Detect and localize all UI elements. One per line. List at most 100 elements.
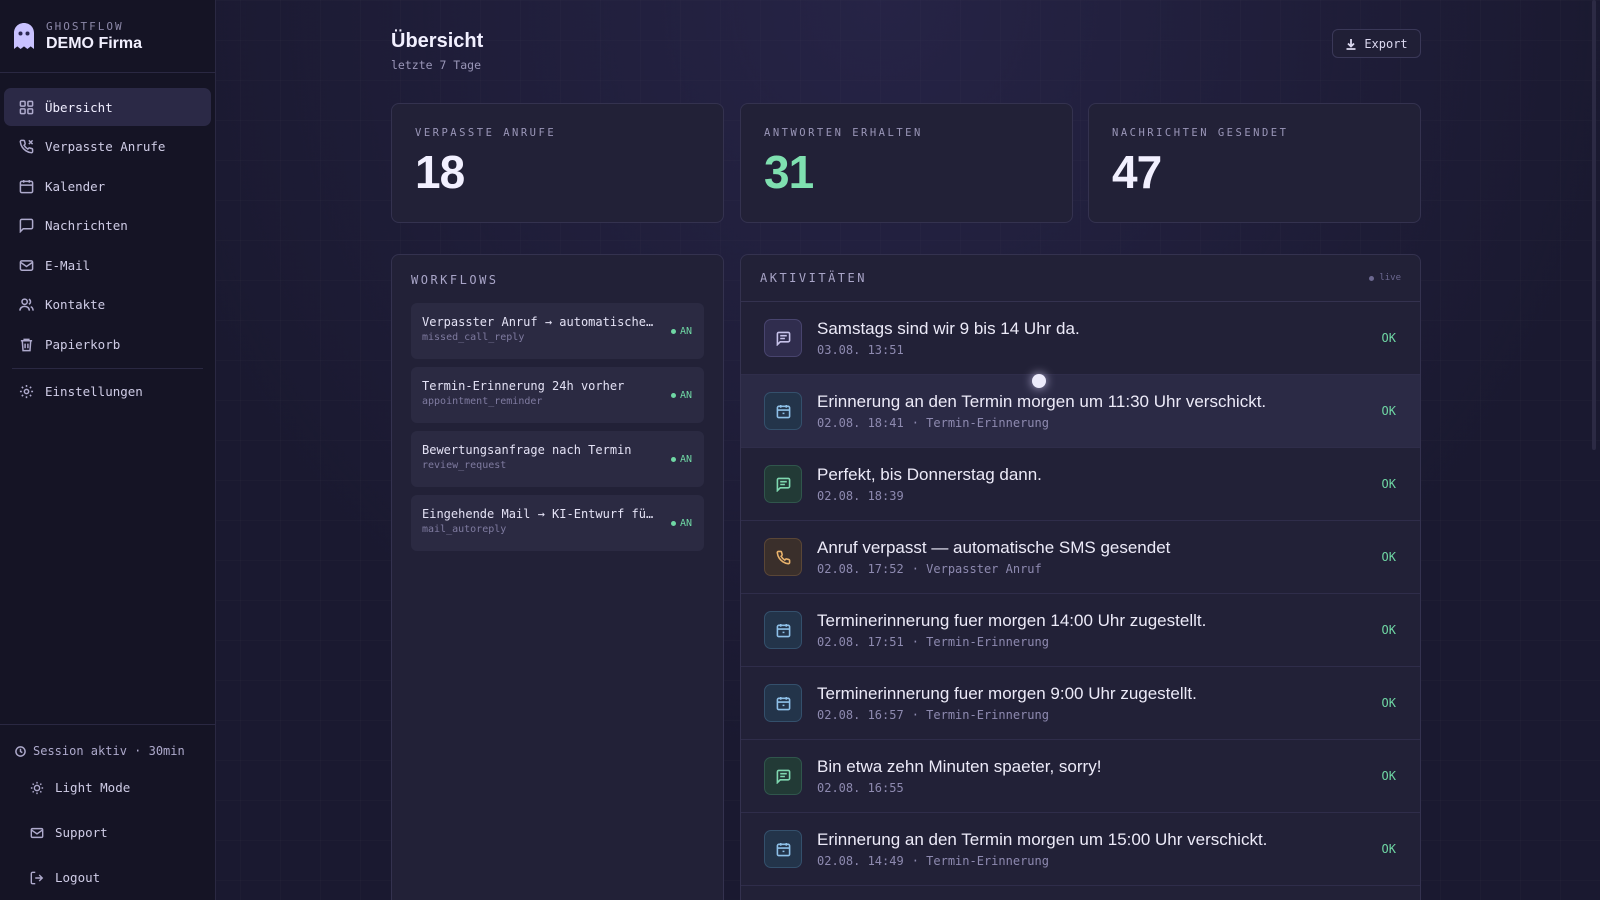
sidebar-item-label: Nachrichten [45,218,128,234]
download-icon [1346,38,1356,50]
activity-row[interactable]: Erinnerung an den Termin morgen um 15:00… [741,813,1420,886]
sidebar-item-verpasste-anrufe[interactable]: Verpasste Anrufe [4,128,211,166]
activity-row[interactable]: Bin etwa zehn Minuten spaeter, sorry! 02… [741,740,1420,813]
activity-row[interactable]: Anruf verpasst — automatische SMS gesend… [741,521,1420,594]
activity-text: Terminerinnerung fuer morgen 9:00 Uhr zu… [817,684,1382,722]
activity-row[interactable]: Erinnerung an den Termin morgen um 11:30… [741,375,1420,448]
sidebar-item-kalender[interactable]: Kalender [4,167,211,205]
activity-icon [764,830,802,868]
activity-row[interactable]: Terminerinnerung fuer morgen 14:00 Uhr z… [741,594,1420,667]
activity-title: Samstags sind wir 9 bis 14 Uhr da. [817,319,1080,338]
activity-icon [764,611,802,649]
sidebar-item-label: Einstellungen [45,384,143,400]
workflow-name: Eingehende Mail → KI-Entwurf für Antwort [422,507,654,521]
workflow-item[interactable]: Termin-Erinnerung 24h vorher appointment… [411,367,704,423]
support-link[interactable]: Support [0,810,216,855]
sidebar-item-email[interactable]: E-Mail [4,246,211,284]
calendar-icon [19,179,34,194]
calendar-icon [776,623,790,637]
activity-status: OK [1381,550,1396,564]
stat-value: 31 [764,146,814,198]
activity-tag: · Termin-Erinnerung [911,635,1049,649]
sidebar-item-nachrichten[interactable]: Nachrichten [4,207,211,245]
activity-icon [764,465,802,503]
mail-icon [30,827,44,838]
activity-meta: 02.08. 17:52 · Verpasster Anruf [817,562,1382,576]
workflow-status-label: AN [679,518,692,529]
stat-card-verpasste-anrufe: VERPASSTE ANRUFE 18 [391,103,724,223]
phone-missed-icon [19,139,34,154]
workflow-item[interactable]: Verpasster Anruf → automatische SMS miss… [411,303,704,359]
workflow-name: Termin-Erinnerung 24h vorher [422,379,625,393]
activities-title: AKTIVITÄTEN [760,271,867,285]
status-dot-icon [670,521,676,526]
clock-icon [15,745,26,757]
users-icon [19,298,34,312]
activity-icon [764,319,802,357]
stat-label: VERPASSTE ANRUFE [415,127,557,139]
sidebar-item-kontakte[interactable]: Kontakte [4,286,211,324]
activity-text: Terminerinnerung fuer morgen 14:00 Uhr z… [817,611,1382,649]
activity-time: 03.08. 13:51 [817,343,904,357]
stat-value: 47 [1112,146,1162,198]
sidebar-item-uebersicht[interactable]: Übersicht [4,88,211,126]
workflow-item[interactable]: Bewertungsanfrage nach Termin review_req… [411,431,704,487]
activity-time: 02.08. 18:41 [817,416,904,430]
workflow-status-label: AN [679,390,692,401]
activity-tag: · Verpasster Anruf [911,562,1042,576]
sidebar-item-label: Übersicht [45,99,113,115]
export-button[interactable]: Export [1332,29,1421,58]
activities-header: AKTIVITÄTEN live [741,255,1420,302]
activity-status: OK [1381,404,1396,418]
live-dot-icon [1369,275,1375,281]
message-icon [776,769,790,784]
logout-button[interactable]: Logout [0,855,216,900]
activity-title: Erinnerung an den Termin morgen um 11:30… [817,392,1267,411]
activity-row[interactable]: Terminerinnerung fuer morgen 9:00 Uhr zu… [741,667,1420,740]
workflows-title: WORKFLOWS [411,273,499,287]
activity-time: 02.08. 14:49 [817,854,904,868]
brand-subtitle: GHOSTFLOW [46,19,124,33]
status-dot-icon [670,329,676,334]
sun-icon [30,781,44,794]
workflow-status-toggle[interactable]: AN [670,518,692,529]
session-status: Session aktiv · 30min [0,737,216,765]
activity-status: OK [1381,331,1396,345]
activity-title: Bin etwa zehn Minuten spaeter, sorry! [817,757,1102,776]
activity-icon [764,684,802,722]
session-status-text: Session aktiv · 30min [33,744,185,758]
sidebar-item-einstellungen[interactable]: Einstellungen [4,373,211,411]
activity-meta: 02.08. 16:55 [817,781,1382,795]
activity-status: OK [1381,477,1396,491]
ghost-logo-icon [14,23,34,49]
workflow-status-toggle[interactable]: AN [670,454,692,465]
activity-status: OK [1381,623,1396,637]
activity-icon [764,757,802,795]
page-scrollbar[interactable] [1592,0,1596,450]
light-mode-toggle[interactable]: Light Mode [0,765,216,810]
stat-value: 18 [415,146,465,198]
activity-meta: 02.08. 16:57 · Termin-Erinnerung [817,708,1382,722]
sidebar-footer: Session aktiv · 30min Light Mode Support… [0,724,216,900]
live-indicator: live [1369,273,1401,283]
activity-text: Anruf verpasst — automatische SMS gesend… [817,538,1382,576]
message-icon [776,477,790,492]
workflow-key: review_request [422,460,507,471]
workflow-key: mail_autoreply [422,524,507,535]
message-icon [19,218,34,234]
activity-time: 02.08. 17:51 [817,635,904,649]
activity-text: Erinnerung an den Termin morgen um 11:30… [817,392,1382,430]
workflow-status-toggle[interactable]: AN [670,326,692,337]
activity-row[interactable]: Samstags sind wir 9 bis 14 Uhr da. 03.08… [741,302,1420,375]
activity-meta: 02.08. 17:51 · Termin-Erinnerung [817,635,1382,649]
activity-row[interactable]: Perfekt, bis Donnerstag dann. 02.08. 18:… [741,448,1420,521]
workflow-name: Verpasster Anruf → automatische SMS [422,315,654,329]
workflow-status-toggle[interactable]: AN [670,390,692,401]
brand[interactable]: GHOSTFLOW DEMO Firma [0,0,215,73]
workflow-key: missed_call_reply [422,332,525,343]
sidebar-item-label: Kontakte [45,297,106,313]
page-subtitle: letzte 7 Tage [391,58,482,72]
workflow-item[interactable]: Eingehende Mail → KI-Entwurf für Antwort… [411,495,704,551]
phone-icon [776,550,790,564]
sidebar-item-papierkorb[interactable]: Papierkorb [4,326,211,364]
